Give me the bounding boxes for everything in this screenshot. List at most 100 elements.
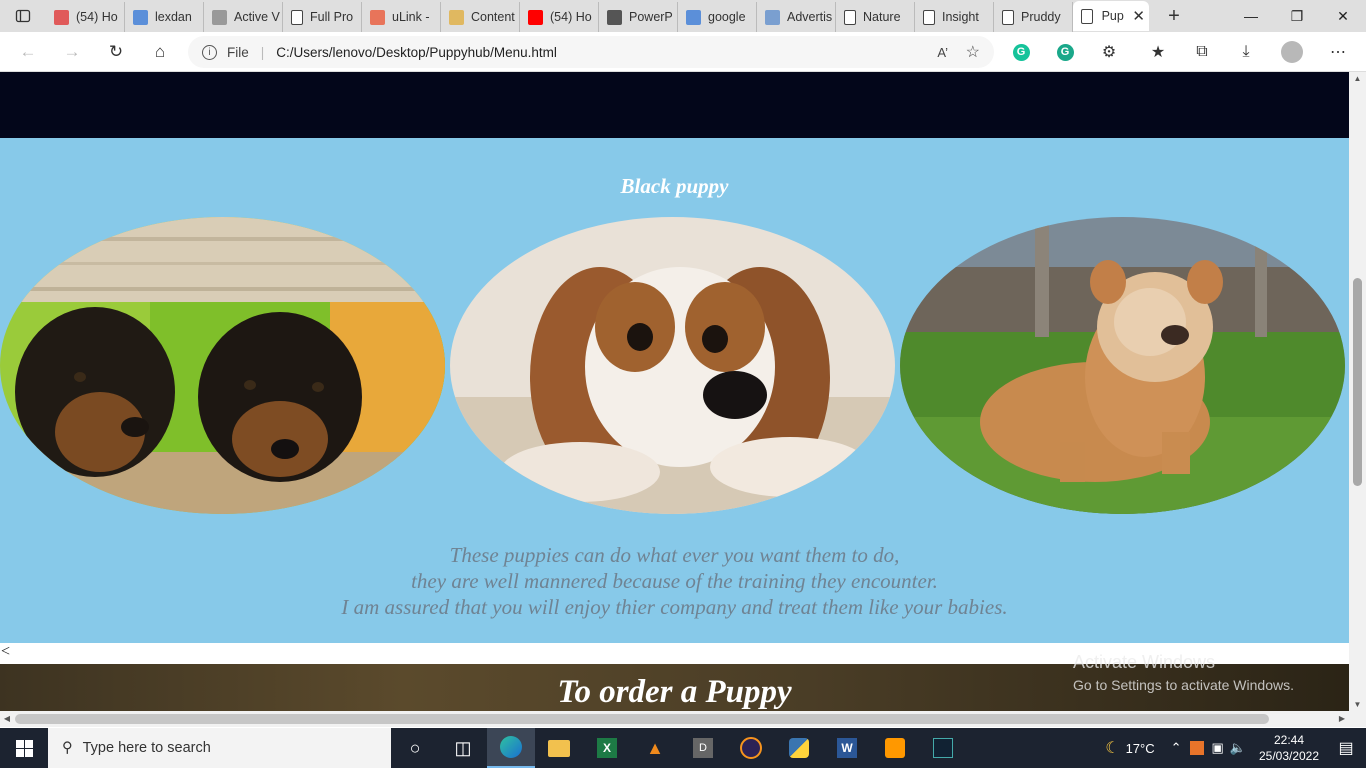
description-line: These puppies can do what ever you want … <box>449 543 900 567</box>
refresh-icon[interactable]: ↻ <box>94 32 138 72</box>
search-icon: ⚲ <box>62 740 73 756</box>
horizontal-scroll-thumb[interactable] <box>15 714 1269 724</box>
tab[interactable]: PowerP <box>599 2 678 32</box>
close-window-icon[interactable]: ✕ <box>1320 0 1366 32</box>
taskbar: ⚲ Type here to search ○ ◫ X ▲ D W ☾ 17°C… <box>0 728 1366 768</box>
sublime-icon[interactable] <box>871 728 919 768</box>
page-viewport[interactable]: Black puppy These puppies can do what ev… <box>0 72 1349 711</box>
weather-temp[interactable]: 17°C <box>1126 741 1155 756</box>
puppy-photo-bulldog <box>900 217 1345 514</box>
extensions-icon[interactable]: ⚙ <box>1087 32 1131 72</box>
forward-icon[interactable]: → <box>50 32 94 72</box>
downloads-icon[interactable]: ⤓ <box>1224 32 1268 72</box>
tab[interactable]: (54) Ho <box>46 2 125 32</box>
python-icon[interactable] <box>775 728 823 768</box>
restore-icon[interactable]: ❐ <box>1274 0 1320 32</box>
network-icon[interactable]: ▣ <box>1212 740 1224 756</box>
close-tab-icon[interactable]: ✕ <box>1132 7 1145 25</box>
volume-icon[interactable]: 🔈 <box>1230 740 1246 756</box>
edge-icon[interactable] <box>487 728 535 768</box>
tab-label: (54) Ho <box>550 10 592 24</box>
collections-icon[interactable]: ⧉ <box>1180 32 1224 72</box>
tab-label: Full Pro <box>310 10 354 24</box>
file-explorer-icon[interactable] <box>535 728 583 768</box>
youtube-icon <box>528 9 543 25</box>
tab[interactable]: Full Pro <box>283 2 362 32</box>
puppy-photo-rottweilers <box>0 217 445 514</box>
info-icon[interactable]: i <box>202 44 217 60</box>
section-title: Black puppy <box>620 174 729 198</box>
favorites-icon[interactable]: ★ <box>1136 32 1180 72</box>
more-menu-icon[interactable]: ⋯ <box>1316 32 1360 72</box>
tray-chevron-icon[interactable]: ⌃ <box>1171 740 1182 756</box>
address-url[interactable]: C:/Users/lenovo/Desktop/Puppyhub/Menu.ht… <box>276 45 557 60</box>
tab[interactable]: Insight <box>915 2 994 32</box>
clock-date: 25/03/2022 <box>1258 749 1320 763</box>
excel-icon[interactable]: X <box>583 728 631 768</box>
read-aloud-icon[interactable]: A’ <box>937 45 948 60</box>
home-icon[interactable]: ⌂ <box>138 32 182 72</box>
tab-active[interactable]: Pup ✕ <box>1073 1 1149 31</box>
tab[interactable]: Pruddy <box>994 2 1073 32</box>
tab-label: Insight <box>942 10 979 24</box>
tab[interactable]: Nature <box>836 2 915 32</box>
horizontal-scrollbar[interactable]: ◀ ▶ <box>0 711 1349 727</box>
tab-label: Active V <box>234 10 280 24</box>
cortana-icon[interactable]: ○ <box>391 728 439 768</box>
link-icon <box>212 9 227 25</box>
scroll-up-icon[interactable]: ▲ <box>1349 72 1366 86</box>
tab[interactable]: (54) Ho <box>520 2 599 32</box>
app-d-icon[interactable]: D <box>679 728 727 768</box>
watermark-title: Activate Windows <box>1073 652 1216 672</box>
system-tray: ☾ 17°C ⌃ ▣ 🔈 22:44 25/03/2022 ▤ <box>1105 728 1366 768</box>
vlc-icon[interactable]: ▲ <box>631 728 679 768</box>
tab-label: Content <box>471 10 515 24</box>
tray-app-icon[interactable] <box>1189 741 1204 755</box>
tab-label: google <box>708 10 746 24</box>
page-icon <box>1081 8 1093 24</box>
toolbar: ← → ↻ ⌂ i File | C:/Users/lenovo/Desktop… <box>0 32 1366 72</box>
tab[interactable]: Active V <box>204 2 283 32</box>
watermark-subtitle: Go to Settings to activate Windows. <box>1073 677 1294 693</box>
address-bar[interactable]: i File | C:/Users/lenovo/Desktop/Puppyhu… <box>188 36 994 68</box>
scroll-down-icon[interactable]: ▼ <box>1349 698 1366 712</box>
minimize-icon[interactable]: — <box>1228 0 1274 32</box>
task-view-icon[interactable]: ◫ <box>439 728 487 768</box>
grammarly-icon[interactable]: G <box>999 32 1043 72</box>
tab-actions-icon[interactable] <box>0 0 46 32</box>
word-icon[interactable]: W <box>823 728 871 768</box>
vertical-scroll-thumb[interactable] <box>1353 278 1362 486</box>
tab-label: Advertis <box>787 10 833 24</box>
search-placeholder: Type here to search <box>82 740 211 756</box>
scroll-right-icon[interactable]: ▶ <box>1335 711 1349 727</box>
back-icon[interactable]: ← <box>6 32 50 72</box>
tab[interactable]: lexdan <box>125 2 204 32</box>
notifications-icon[interactable]: ▤ <box>1326 738 1366 758</box>
ulink-icon <box>370 9 385 25</box>
bb-icon <box>607 9 622 25</box>
tab[interactable]: Content <box>441 2 520 32</box>
windows-start-icon[interactable] <box>0 728 48 768</box>
favorite-add-icon[interactable]: ☆ <box>966 42 980 62</box>
puppy-photo-spaniel <box>450 217 895 514</box>
tab[interactable]: google <box>678 2 757 32</box>
new-tab-button[interactable]: + <box>1159 1 1189 31</box>
weather-moon-icon[interactable]: ☾ <box>1105 738 1119 758</box>
taskbar-search[interactable]: ⚲ Type here to search <box>48 728 391 768</box>
grammarly-alt-icon[interactable]: G <box>1043 32 1087 72</box>
youtube-icon <box>54 9 69 25</box>
tab[interactable]: Advertis <box>757 2 836 32</box>
vertical-scrollbar[interactable]: ▲ ▼ <box>1349 72 1366 712</box>
tab-list: (54) Ho lexdan Active V Full Pro uLink - Cont… <box>46 0 1073 32</box>
tab-label: uLink - <box>392 10 430 24</box>
scroll-left-icon[interactable]: ◀ <box>0 711 14 727</box>
tab[interactable]: uLink - <box>362 2 441 32</box>
eclipse-icon[interactable] <box>727 728 775 768</box>
app-terminal-icon[interactable] <box>919 728 967 768</box>
page-icon <box>923 9 935 25</box>
profile-avatar[interactable] <box>1270 32 1314 72</box>
clock[interactable]: 22:44 25/03/2022 <box>1252 732 1326 764</box>
page-icon <box>844 9 856 25</box>
description: These puppies can do what ever you want … <box>0 542 1349 620</box>
header-band <box>0 72 1349 138</box>
